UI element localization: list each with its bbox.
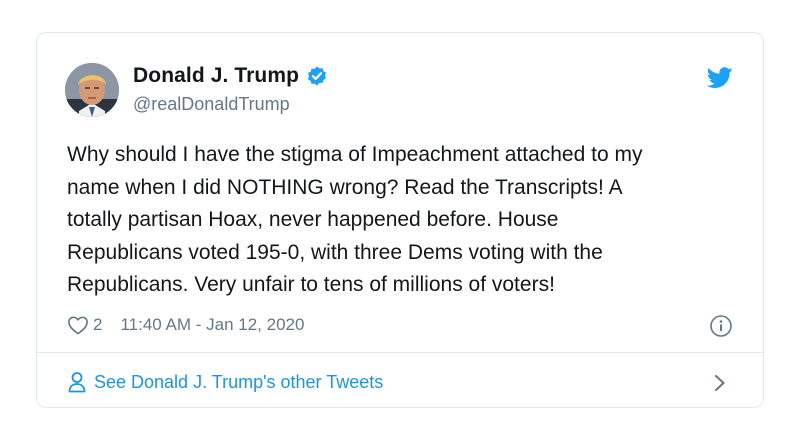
twitter-bird-icon[interactable] [706,67,733,89]
chevron-right-icon[interactable] [713,373,727,393]
tweet-meta-row: 2 11:40 AM - Jan 12, 2020 [67,315,304,335]
see-other-tweets-label[interactable]: See Donald J. Trump's other Tweets [94,372,383,393]
info-icon[interactable] [709,314,733,338]
divider [37,352,763,353]
author-name-row[interactable]: Donald J. Trump [133,64,328,88]
avatar-image [65,63,119,117]
author-handle[interactable]: @realDonaldTrump [133,94,290,115]
tweet-timestamp[interactable]: 11:40 AM - Jan 12, 2020 [120,315,304,335]
like-count[interactable]: 2 [93,315,102,335]
tweet-text: Why should I have the stigma of Impeachm… [67,143,643,296]
tweet-card[interactable]: Donald J. Trump @realDonaldTrump Why sho… [36,32,764,408]
author-display-name[interactable]: Donald J. Trump [133,64,299,88]
see-other-tweets-link[interactable]: See Donald J. Trump's other Tweets [67,371,383,393]
heart-icon[interactable] [67,315,89,335]
person-icon [67,371,87,393]
verified-badge-icon [306,65,328,87]
avatar[interactable] [65,63,119,117]
